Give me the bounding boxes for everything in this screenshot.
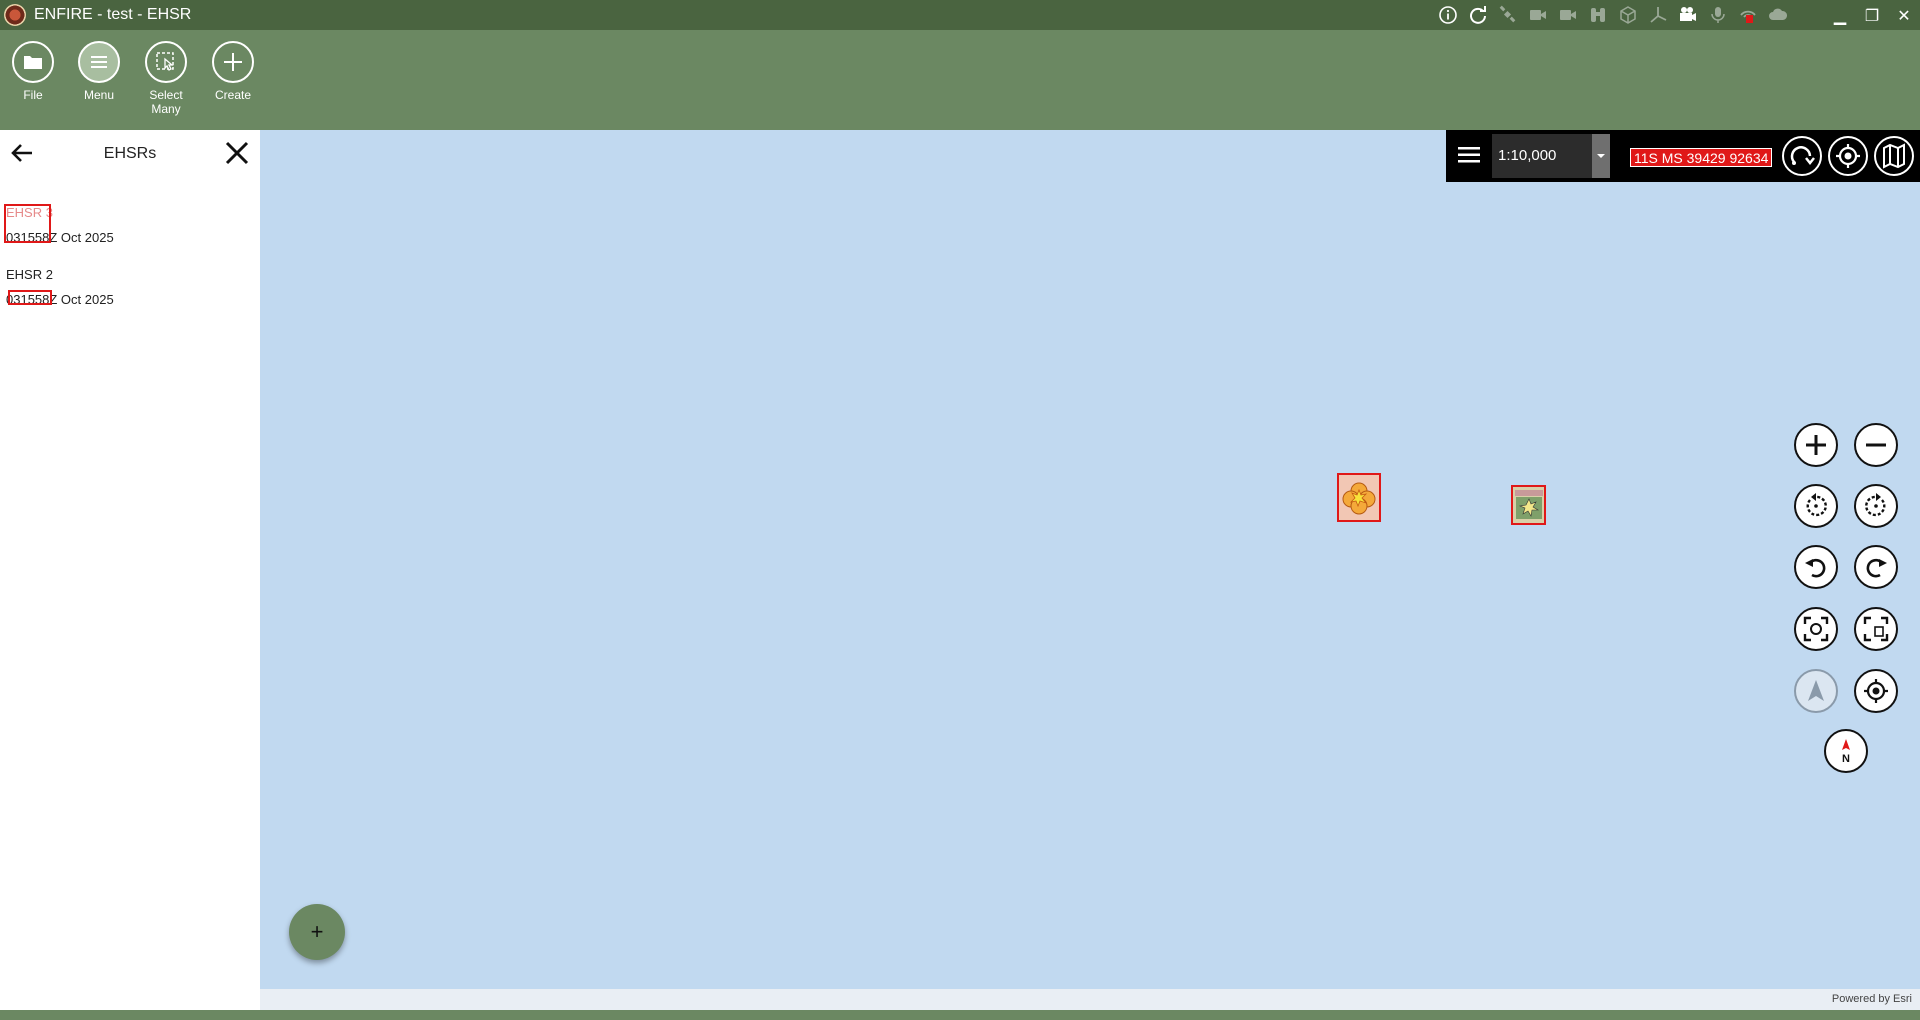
signal-icon[interactable] [1736, 3, 1760, 27]
file-button[interactable]: File [0, 41, 66, 102]
undo-icon [1805, 558, 1826, 578]
map-toolbar: 1:10,000 11S MS 39429 92634 [1446, 130, 1920, 182]
plus-icon [212, 41, 254, 83]
rotate-right-button[interactable] [1854, 484, 1898, 528]
ribbon-toolbar: File Menu Select Many Create [0, 30, 1920, 130]
map-marker-ehsr-3[interactable] [1337, 473, 1381, 522]
expand-globe-icon [1803, 616, 1829, 642]
create-label: Create [214, 88, 252, 102]
select-many-button[interactable]: Select Many [133, 41, 199, 116]
camera-icon[interactable] [1556, 3, 1580, 27]
chevron-down-icon [1597, 154, 1605, 158]
cloud-icon[interactable] [1766, 3, 1790, 27]
close-window-button[interactable]: ✕ [1888, 0, 1920, 30]
app-logo-icon [4, 4, 26, 26]
panel-header: EHSRs [0, 130, 260, 174]
status-bar [0, 1010, 1920, 1020]
coordinate-readout[interactable]: 11S MS 39429 92634 [1630, 148, 1773, 167]
window-title: ENFIRE - test - EHSR [34, 6, 192, 23]
crosshair-icon [1836, 144, 1860, 168]
select-many-icon [145, 41, 187, 83]
satellite-icon[interactable] [1496, 3, 1520, 27]
scale-dropdown-button[interactable] [1592, 134, 1610, 178]
north-button[interactable]: N [1824, 729, 1868, 773]
info-icon[interactable] [1436, 3, 1460, 27]
north-arrow-icon: N [1842, 739, 1850, 765]
gps-button[interactable] [1828, 136, 1868, 176]
zoom-layer-button[interactable] [1854, 607, 1898, 651]
north-label: N [1842, 753, 1850, 765]
navigation-button[interactable] [1794, 669, 1838, 713]
axis-icon[interactable] [1646, 3, 1670, 27]
location-icon [1864, 679, 1888, 703]
menu-button[interactable]: Menu [66, 41, 132, 102]
create-button[interactable]: Create [200, 41, 266, 102]
redo-icon [1866, 558, 1887, 578]
route-icon [1790, 146, 1815, 166]
refresh-icon[interactable] [1466, 3, 1490, 27]
title-bar: ENFIRE - test - EHSR ▁ ❐ ✕ [0, 0, 1920, 30]
map-attribution: Powered by Esri [260, 989, 1920, 1010]
video-icon[interactable] [1526, 3, 1550, 27]
map-view[interactable] [260, 130, 1920, 1010]
folder-icon [12, 41, 54, 83]
basemap-button[interactable] [1874, 136, 1914, 176]
rotate-left-icon [1806, 493, 1827, 517]
window-controls: ▁ ❐ ✕ [1824, 0, 1920, 30]
panel-title: EHSRs [103, 145, 157, 162]
map-menu-icon[interactable] [1454, 140, 1484, 170]
map-marker-ehsr-2[interactable] [1511, 485, 1546, 525]
route-button[interactable] [1782, 136, 1822, 176]
rotate-left-button[interactable] [1794, 484, 1838, 528]
ehsr-panel: EHSRs EHSR 3 031558Z Oct 2025 EHSR 2 031… [0, 130, 260, 1010]
menu-label: Menu [83, 88, 115, 102]
cube-icon[interactable] [1616, 3, 1640, 27]
undo-button[interactable] [1794, 545, 1838, 589]
file-label: File [23, 88, 43, 102]
zoom-in-icon [1806, 435, 1826, 455]
map-icon [1883, 143, 1905, 169]
status-tray [1436, 0, 1790, 30]
hamburger-icon [78, 41, 120, 83]
zoom-out-button[interactable] [1854, 423, 1898, 467]
zoom-out-icon [1866, 443, 1886, 447]
navigation-arrow-icon [1808, 680, 1824, 701]
rotate-right-icon [1865, 493, 1886, 517]
ehsr-name: EHSR 2 [6, 267, 53, 282]
camcorder-icon[interactable] [1676, 3, 1700, 27]
expand-layer-icon [1863, 616, 1889, 642]
add-ehsr-button[interactable]: + [289, 904, 345, 960]
zoom-in-button[interactable] [1794, 423, 1838, 467]
selection-highlight [4, 204, 51, 243]
select-many-label: Select Many [149, 88, 183, 116]
dtg-highlight [8, 290, 52, 305]
microphone-icon[interactable] [1706, 3, 1730, 27]
scale-select[interactable]: 1:10,000 [1492, 134, 1592, 178]
zoom-extent-button[interactable] [1794, 607, 1838, 651]
my-location-button[interactable] [1854, 669, 1898, 713]
hazard-marker-icon [1514, 490, 1543, 519]
redo-button[interactable] [1854, 545, 1898, 589]
close-icon[interactable] [222, 138, 252, 168]
restore-button[interactable]: ❐ [1856, 0, 1888, 30]
explosion-marker-icon [1342, 482, 1376, 514]
minimize-button[interactable]: ▁ [1824, 0, 1856, 30]
binoculars-icon[interactable] [1586, 3, 1610, 27]
